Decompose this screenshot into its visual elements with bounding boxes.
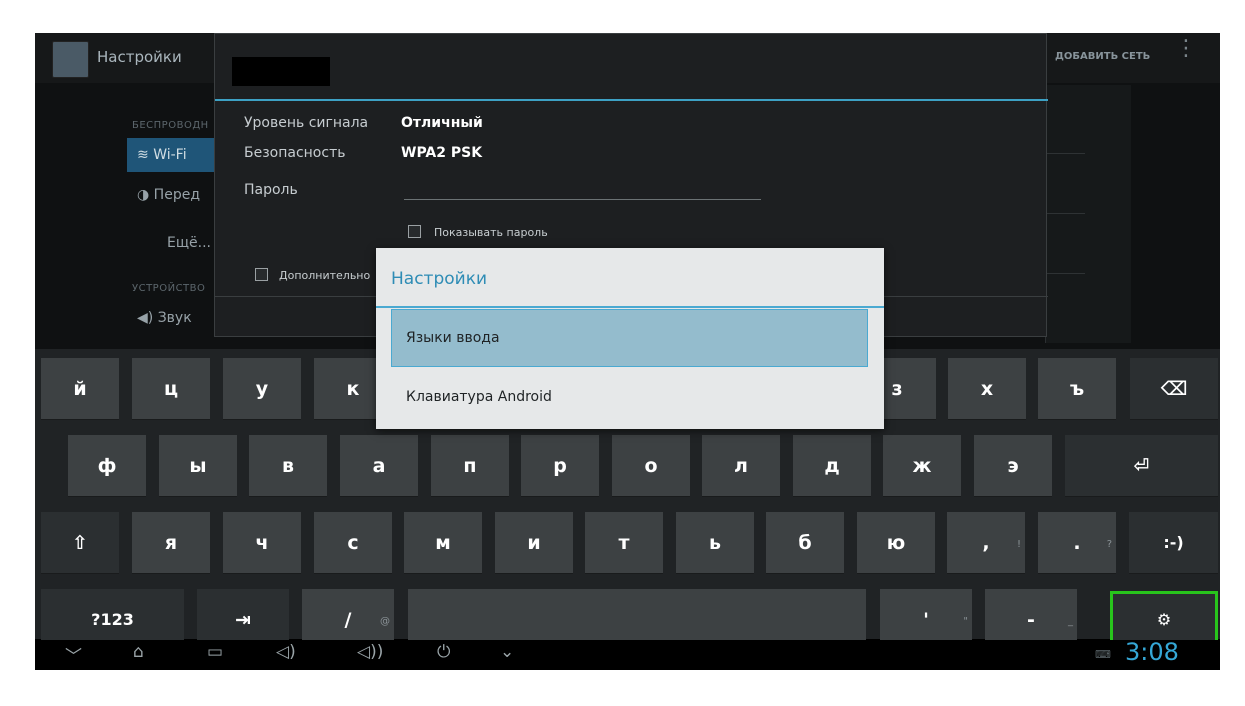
password-input[interactable] — [404, 199, 761, 200]
key[interactable]: с — [314, 512, 392, 574]
expand-icon[interactable]: ⌄ — [500, 642, 514, 662]
key[interactable]: ч — [223, 512, 301, 574]
key[interactable]: ю — [857, 512, 935, 574]
key[interactable]: п — [431, 435, 509, 497]
key[interactable]: э — [974, 435, 1052, 497]
period-key[interactable]: .? — [1038, 512, 1116, 574]
key[interactable]: в — [249, 435, 327, 497]
app-title: Настройки — [97, 48, 182, 66]
advanced-label: Дополнительно — [279, 269, 371, 282]
sidebar-item-wifi[interactable]: ≋ Wi-Fi — [127, 138, 227, 172]
key-hint: ? — [1106, 539, 1112, 550]
dialog-title-divider — [215, 99, 1048, 101]
option-input-languages[interactable]: Языки ввода — [391, 309, 868, 367]
recent-apps-icon[interactable]: ▭ — [207, 642, 223, 662]
sidebar-item-data[interactable]: ◑ Перед — [127, 178, 227, 212]
keyboard-indicator-icon: ⌨ — [1095, 648, 1111, 661]
key[interactable]: ъ — [1038, 358, 1116, 420]
key[interactable]: х — [948, 358, 1026, 420]
advanced-checkbox[interactable] — [255, 268, 268, 281]
category-device: УСТРОЙСТВО — [132, 283, 206, 294]
key[interactable]: у — [223, 358, 301, 420]
power-icon[interactable]: ⏻ — [437, 642, 450, 662]
signal-label: Уровень сигнала — [244, 115, 369, 131]
backspace-icon[interactable]: ⌫ — [1130, 358, 1218, 420]
sound-icon: ◀) — [137, 310, 158, 326]
popup-divider — [376, 306, 884, 308]
key[interactable]: ф — [68, 435, 146, 497]
enter-icon[interactable]: ⏎ — [1065, 435, 1218, 497]
hide-keyboard-icon[interactable]: ﹀ — [65, 642, 82, 667]
key[interactable]: р — [521, 435, 599, 497]
key[interactable]: ц — [132, 358, 210, 420]
popup-title: Настройки — [391, 269, 488, 289]
comma-key[interactable]: ,! — [947, 512, 1025, 574]
key[interactable]: й — [41, 358, 119, 420]
key[interactable]: ы — [159, 435, 237, 497]
home-icon[interactable]: ⌂ — [133, 642, 144, 662]
network-name-redacted — [232, 57, 330, 86]
clock: 3:08 — [1125, 638, 1179, 666]
key[interactable]: д — [793, 435, 871, 497]
divider — [1045, 213, 1085, 214]
key[interactable]: о — [612, 435, 690, 497]
smiley-key[interactable]: :-) — [1129, 512, 1218, 574]
security-label: Безопасность — [244, 145, 346, 161]
wifi-icon: ≋ — [137, 147, 154, 163]
wifi-network-list — [1045, 85, 1131, 343]
divider — [1045, 153, 1085, 154]
key[interactable]: л — [702, 435, 780, 497]
key[interactable]: б — [766, 512, 844, 574]
category-wireless: БЕСПРОВОДН — [132, 120, 209, 131]
option-android-keyboard[interactable]: Клавиатура Android — [391, 372, 883, 422]
show-password-checkbox[interactable] — [408, 225, 421, 238]
volume-down-icon[interactable]: ◁) — [276, 642, 296, 662]
signal-value: Отличный — [401, 115, 483, 131]
key[interactable]: ь — [676, 512, 754, 574]
password-label: Пароль — [244, 182, 298, 198]
device-screen: Настройки ДОБАВИТЬ СЕТЬ ⋮ БЕСПРОВОДН ≋ W… — [35, 33, 1220, 670]
show-password-label: Показывать пароль — [434, 226, 548, 239]
key[interactable]: ж — [883, 435, 961, 497]
system-navigation-bar: ﹀ ⌂ ▭ ◁) ◁)) ⏻ ⌄ ⌨ 3:08 — [35, 638, 1220, 670]
key[interactable]: я — [132, 512, 210, 574]
key-hint: ! — [1016, 539, 1021, 550]
divider — [1045, 273, 1085, 274]
data-usage-icon: ◑ — [137, 187, 154, 203]
shift-icon[interactable]: ⇧ — [41, 512, 119, 574]
key[interactable]: т — [585, 512, 663, 574]
volume-up-icon[interactable]: ◁)) — [357, 642, 383, 662]
key[interactable]: и — [495, 512, 573, 574]
keyboard-settings-popup: Настройки Языки ввода Клавиатура Android — [376, 248, 884, 429]
sidebar-item-sound[interactable]: ◀) Звук — [127, 301, 227, 335]
add-network-button[interactable]: ДОБАВИТЬ СЕТЬ — [1055, 51, 1150, 62]
key[interactable]: м — [404, 512, 482, 574]
key[interactable]: а — [340, 435, 418, 497]
overflow-menu-icon[interactable]: ⋮ — [1175, 38, 1197, 71]
settings-app-icon[interactable] — [52, 41, 89, 78]
security-value: WPA2 PSK — [401, 145, 483, 161]
